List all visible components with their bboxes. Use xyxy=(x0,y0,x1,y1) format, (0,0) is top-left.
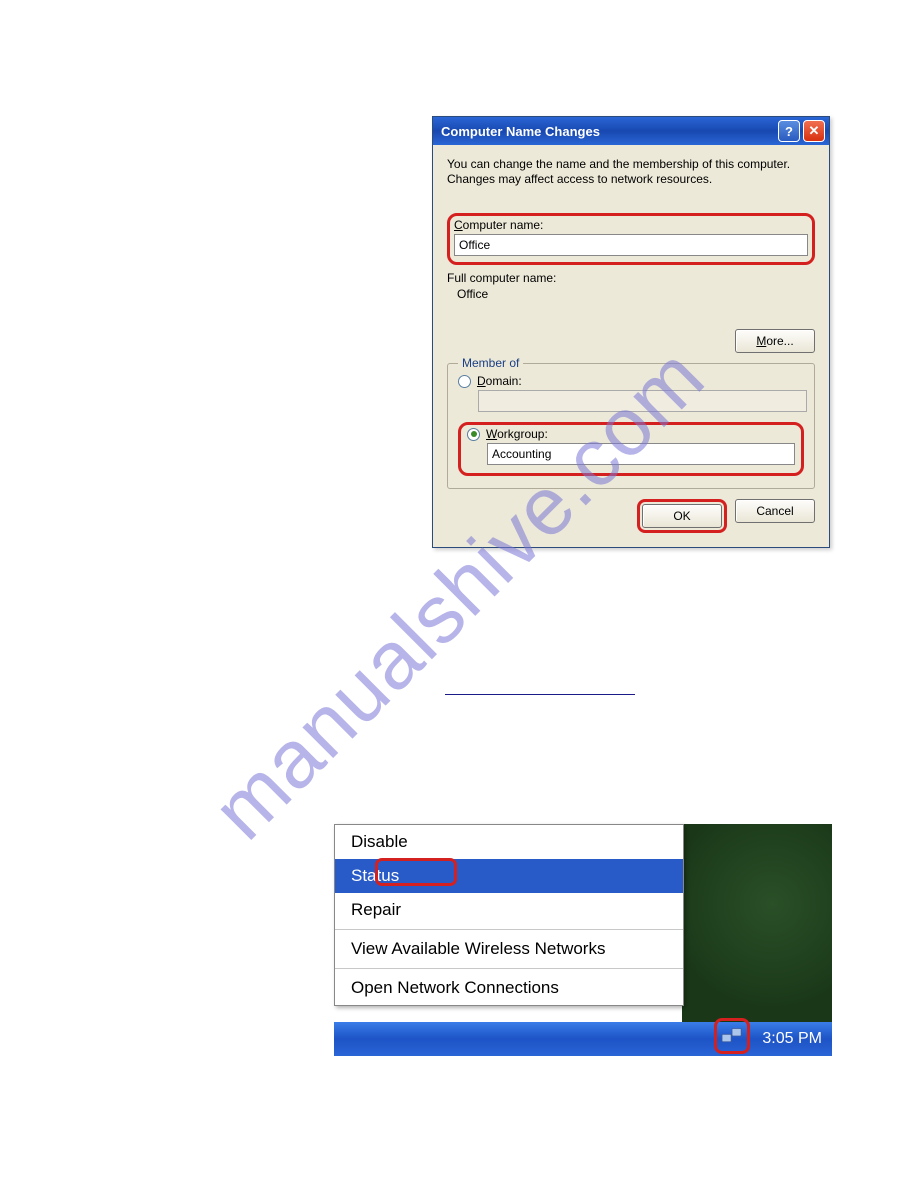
taskbar-clock: 3:05 PM xyxy=(762,1030,822,1048)
network-tray-icon[interactable] xyxy=(717,1021,747,1051)
workgroup-radio-row[interactable]: Workgroup: xyxy=(467,427,795,441)
menu-separator xyxy=(335,929,683,930)
menu-item-status[interactable]: Status xyxy=(335,859,683,893)
member-of-label: Member of xyxy=(458,356,523,370)
desktop-background xyxy=(682,824,832,1024)
menu-item-disable[interactable]: Disable xyxy=(335,825,683,859)
workgroup-input[interactable] xyxy=(487,443,795,465)
domain-label: Domain: xyxy=(477,374,522,388)
help-button[interactable]: ? xyxy=(778,120,800,142)
computer-name-label: Computer name: xyxy=(454,218,808,232)
dialog-title: Computer Name Changes xyxy=(441,124,775,139)
ok-highlight: OK xyxy=(637,499,727,533)
computer-name-highlight: Computer name: xyxy=(447,213,815,265)
menu-separator xyxy=(335,968,683,969)
workgroup-highlight: Workgroup: xyxy=(458,422,804,476)
workgroup-radio[interactable] xyxy=(467,428,480,441)
more-button[interactable]: More... xyxy=(735,329,815,353)
full-computer-name-value: Office xyxy=(447,287,815,301)
tray-screenshot: Disable Status Repair View Available Wir… xyxy=(334,824,832,1056)
dialog-titlebar: Computer Name Changes ? ✕ xyxy=(433,117,829,145)
full-computer-name-label: Full computer name: xyxy=(447,271,815,285)
member-of-groupbox: Member of Domain: Workgroup: xyxy=(447,363,815,489)
network-context-menu: Disable Status Repair View Available Wir… xyxy=(334,824,684,1006)
computer-name-changes-dialog: Computer Name Changes ? ✕ You can change… xyxy=(432,116,830,548)
cancel-button[interactable]: Cancel xyxy=(735,499,815,523)
full-computer-name-block: Full computer name: Office xyxy=(447,271,815,301)
menu-item-repair[interactable]: Repair xyxy=(335,893,683,927)
workgroup-label: Workgroup: xyxy=(486,427,548,441)
taskbar: 3:05 PM xyxy=(334,1022,832,1056)
domain-radio[interactable] xyxy=(458,375,471,388)
ok-button[interactable]: OK xyxy=(642,504,722,528)
menu-item-wireless[interactable]: View Available Wireless Networks xyxy=(335,932,683,966)
domain-radio-row[interactable]: Domain: xyxy=(458,374,804,388)
separator-line xyxy=(445,694,635,695)
close-button[interactable]: ✕ xyxy=(803,120,825,142)
dialog-body: You can change the name and the membersh… xyxy=(433,145,829,547)
dialog-description: You can change the name and the membersh… xyxy=(447,157,815,187)
menu-item-open-connections[interactable]: Open Network Connections xyxy=(335,971,683,1005)
tray-icon-highlight xyxy=(714,1018,750,1054)
dialog-button-row: OK Cancel xyxy=(447,499,815,533)
domain-input[interactable] xyxy=(478,390,807,412)
computer-name-input[interactable] xyxy=(454,234,808,256)
